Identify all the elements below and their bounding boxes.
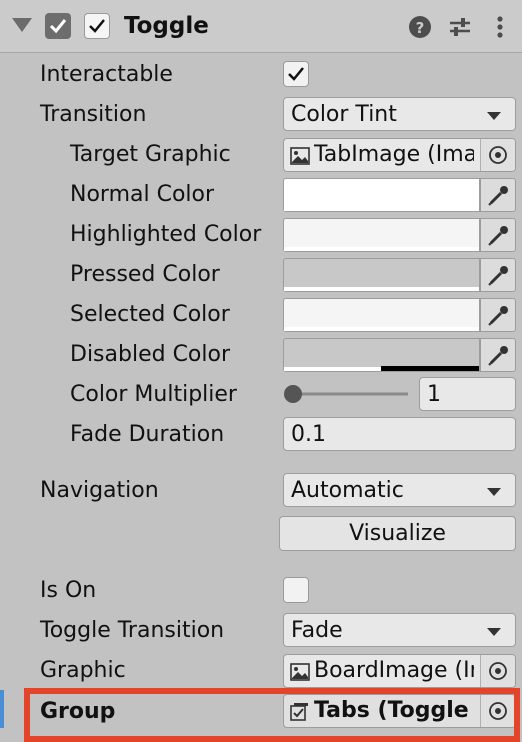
component-enabled-checkbox[interactable] bbox=[45, 13, 71, 39]
toggle-transition-dropdown[interactable]: Fade bbox=[283, 613, 516, 647]
disabled-color-swatch[interactable] bbox=[283, 338, 480, 372]
target-graphic-label: Target Graphic bbox=[70, 142, 231, 167]
eyedropper-icon[interactable] bbox=[480, 338, 516, 372]
image-icon bbox=[290, 663, 310, 681]
color-multiplier-label: Color Multiplier bbox=[70, 382, 237, 407]
checkmark-icon bbox=[288, 67, 304, 81]
disabled-color-label: Disabled Color bbox=[70, 342, 231, 367]
chevron-down-icon bbox=[487, 488, 501, 496]
normal-color-swatch[interactable] bbox=[283, 178, 480, 212]
toggle-transition-label: Toggle Transition bbox=[40, 618, 225, 643]
group-highlight-box bbox=[24, 688, 520, 742]
svg-text:?: ? bbox=[416, 19, 425, 37]
toggle-is-on-checkbox-icon bbox=[84, 13, 110, 39]
pressed-color-label: Pressed Color bbox=[70, 262, 220, 287]
object-picker-icon[interactable] bbox=[480, 655, 515, 687]
component-title: Toggle bbox=[124, 13, 209, 39]
eyedropper-icon[interactable] bbox=[480, 258, 516, 292]
eyedropper-icon[interactable] bbox=[480, 218, 516, 252]
alpha-bar bbox=[284, 207, 479, 211]
normal-color-label: Normal Color bbox=[70, 182, 215, 207]
color-multiplier-value: 1 bbox=[427, 382, 441, 407]
fade-duration-label: Fade Duration bbox=[70, 422, 225, 447]
graphic-field[interactable]: BoardImage (In bbox=[283, 654, 516, 688]
component-header: Toggle ? bbox=[0, 0, 522, 53]
pressed-color-swatch[interactable] bbox=[283, 258, 480, 292]
color-multiplier-slider[interactable] bbox=[284, 382, 414, 406]
toggle-transition-value: Fade bbox=[291, 618, 343, 643]
navigation-value: Automatic bbox=[291, 478, 404, 503]
highlighted-color-swatch[interactable] bbox=[283, 218, 480, 252]
chevron-down-icon bbox=[487, 628, 501, 636]
graphic-label: Graphic bbox=[40, 658, 126, 683]
visualize-button[interactable]: Visualize bbox=[279, 516, 516, 551]
selection-marker bbox=[0, 690, 4, 728]
checkmark-icon bbox=[49, 19, 67, 34]
help-icon[interactable]: ? bbox=[407, 14, 433, 40]
fade-duration-input[interactable]: 0.1 bbox=[283, 417, 516, 451]
fade-duration-value: 0.1 bbox=[291, 422, 326, 447]
alpha-bar bbox=[284, 327, 479, 331]
transition-value: Color Tint bbox=[291, 102, 397, 127]
interactable-checkbox[interactable] bbox=[283, 61, 309, 87]
eyedropper-icon[interactable] bbox=[480, 298, 516, 332]
presets-icon[interactable] bbox=[447, 14, 473, 40]
is-on-label: Is On bbox=[40, 578, 97, 603]
is-on-checkbox[interactable] bbox=[283, 577, 309, 603]
navigation-label: Navigation bbox=[40, 478, 159, 503]
highlighted-color-label: Highlighted Color bbox=[70, 222, 262, 247]
chevron-down-icon bbox=[487, 112, 501, 120]
checkmark-icon bbox=[89, 19, 105, 33]
foldout-arrow-icon[interactable] bbox=[12, 18, 32, 32]
interactable-label: Interactable bbox=[40, 62, 173, 87]
transition-dropdown[interactable]: Color Tint bbox=[283, 97, 516, 131]
color-multiplier-input[interactable]: 1 bbox=[419, 377, 516, 411]
kebab-menu-icon[interactable] bbox=[487, 14, 513, 40]
target-graphic-value: TabImage (Ima bbox=[314, 142, 474, 167]
alpha-bar bbox=[284, 287, 479, 291]
slider-thumb bbox=[284, 385, 302, 403]
alpha-bar-empty bbox=[381, 366, 479, 371]
eyedropper-icon[interactable] bbox=[480, 178, 516, 212]
image-icon bbox=[290, 147, 310, 165]
object-picker-icon[interactable] bbox=[480, 139, 515, 171]
selected-color-label: Selected Color bbox=[70, 302, 230, 327]
navigation-dropdown[interactable]: Automatic bbox=[283, 473, 516, 507]
alpha-bar bbox=[284, 247, 479, 251]
graphic-value: BoardImage (In bbox=[314, 658, 474, 683]
transition-label: Transition bbox=[40, 102, 147, 127]
alpha-bar bbox=[284, 367, 381, 371]
target-graphic-field[interactable]: TabImage (Ima bbox=[283, 138, 516, 172]
selected-color-swatch[interactable] bbox=[283, 298, 480, 332]
